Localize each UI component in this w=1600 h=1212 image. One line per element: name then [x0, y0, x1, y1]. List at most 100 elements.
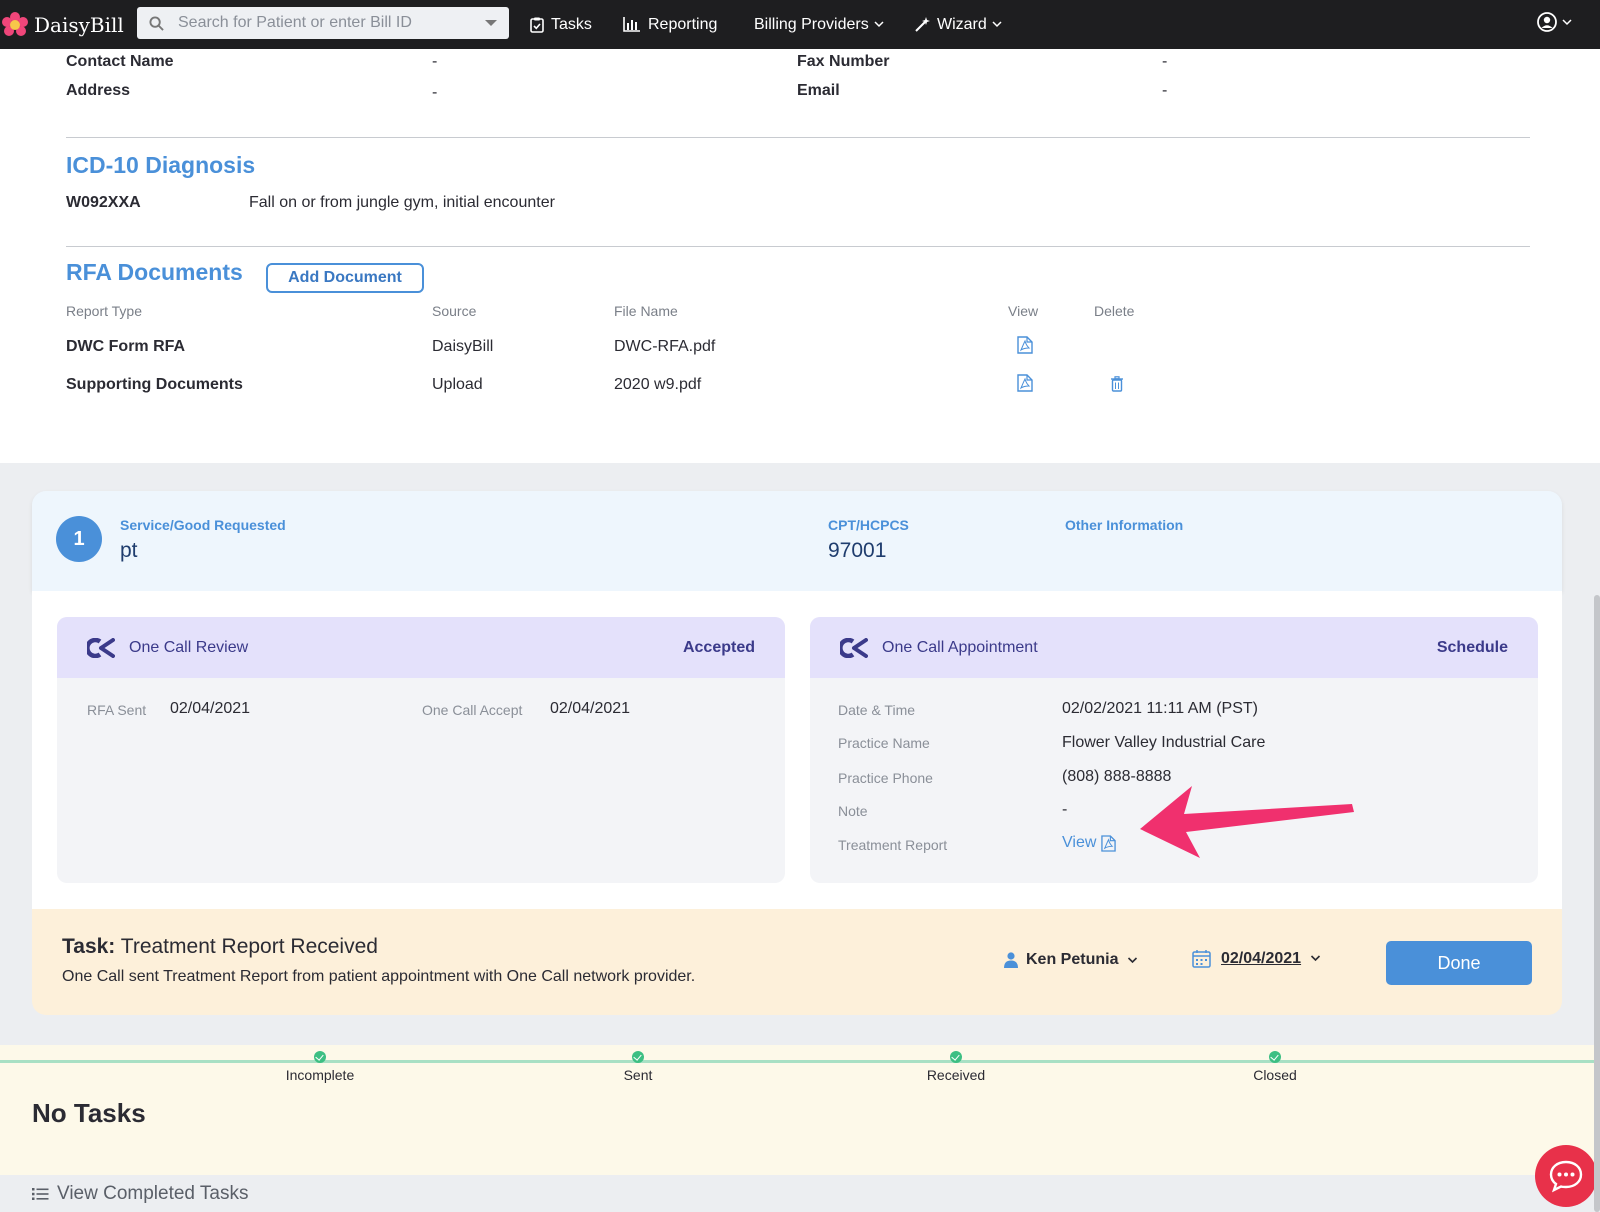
- pdf-icon: [1101, 834, 1117, 852]
- rfa-sent-value: 02/04/2021: [170, 700, 251, 717]
- one-call-review-panel: One Call Review Accepted RFA Sent 02/04/…: [57, 617, 785, 883]
- service-card-body: One Call Review Accepted RFA Sent 02/04/…: [32, 591, 1562, 909]
- practice-name-value: Flower Valley Industrial Care: [1062, 734, 1266, 751]
- address-label: Address: [66, 82, 131, 99]
- step-label: Received: [926, 1067, 986, 1083]
- progress-step-received: Received: [886, 1051, 1026, 1083]
- contact-name-label: Contact Name: [66, 53, 174, 70]
- daisy-icon: [2, 11, 28, 38]
- scrollbar[interactable]: [1594, 595, 1600, 1212]
- search-dropdown-icon[interactable]: [485, 20, 497, 26]
- brand-name: DaisyBill: [34, 12, 124, 37]
- top-nav: DaisyBill Tasks Reporting Billing Provid…: [0, 0, 1600, 49]
- tasks-section: Incomplete Sent Received Closed No Tasks: [0, 1045, 1594, 1175]
- treatment-report-label: Treatment Report: [838, 837, 948, 853]
- magic-wand-icon: [915, 16, 930, 32]
- rfa-sent-label: RFA Sent: [87, 702, 147, 718]
- due-date-picker[interactable]: 02/04/2021: [1192, 949, 1321, 968]
- assignee-name: Ken Petunia: [1026, 951, 1119, 968]
- chevron-down-icon: [1128, 956, 1138, 963]
- icd-diagnosis-title: ICD-10 Diagnosis: [66, 152, 256, 178]
- patient-search[interactable]: [137, 7, 509, 39]
- progress-step-sent: Sent: [568, 1051, 708, 1083]
- task-description: One Call sent Treatment Report from pati…: [62, 968, 696, 985]
- note-value: -: [1062, 801, 1068, 818]
- chevron-down-icon: [1562, 18, 1572, 25]
- view-completed-tasks-link[interactable]: View Completed Tasks: [32, 1183, 249, 1205]
- address-value: -: [432, 84, 438, 101]
- chat-button[interactable]: [1535, 1145, 1597, 1207]
- check-icon: [1269, 1051, 1281, 1063]
- bar-chart-icon: [623, 17, 640, 32]
- due-date-value: 02/04/2021: [1221, 949, 1302, 967]
- annotation-arrow: [1140, 786, 1354, 858]
- service-number-badge: 1: [56, 516, 102, 562]
- cpt-label: CPT/HCPCS: [828, 517, 909, 533]
- nav-reporting-label: Reporting: [648, 15, 718, 33]
- date-time-label: Date & Time: [838, 702, 916, 718]
- doc-file-name: DWC-RFA.pdf: [614, 338, 716, 355]
- nav-billing-providers-label: Billing Providers: [754, 15, 869, 33]
- diagnosis-code: W092XXA: [66, 194, 141, 211]
- rfa-documents-title: RFA Documents: [66, 259, 243, 285]
- column-header-view: View: [1008, 303, 1039, 319]
- user-icon: [1004, 952, 1018, 968]
- nav-tasks-label: Tasks: [551, 15, 592, 33]
- chevron-down-icon: [992, 21, 1002, 28]
- doc-file-name: 2020 w9.pdf: [614, 376, 702, 393]
- chat-bubble-icon: [1549, 1160, 1583, 1193]
- divider: [66, 137, 1530, 138]
- nav-tasks[interactable]: Tasks: [530, 0, 592, 49]
- no-tasks-heading: No Tasks: [32, 1098, 146, 1128]
- doc-source: DaisyBill: [432, 338, 494, 355]
- check-icon: [314, 1051, 326, 1063]
- user-circle-icon: [1537, 12, 1557, 32]
- account-menu[interactable]: [1537, 12, 1572, 32]
- list-icon: [32, 1188, 49, 1200]
- appointment-status: Schedule: [1436, 638, 1508, 656]
- check-icon: [950, 1051, 962, 1063]
- trash-icon[interactable]: [1110, 376, 1124, 392]
- brand-logo[interactable]: DaisyBill: [0, 0, 130, 49]
- search-icon: [149, 15, 164, 31]
- appointment-title: One Call Appointment: [882, 638, 1038, 656]
- step-label: Closed: [1253, 1067, 1297, 1083]
- other-information-label: Other Information: [1065, 517, 1184, 533]
- progress-step-closed: Closed: [1205, 1051, 1345, 1083]
- nav-reporting[interactable]: Reporting: [623, 0, 717, 49]
- practice-phone-label: Practice Phone: [838, 770, 933, 786]
- practice-phone-value: (808) 888-8888: [1062, 768, 1172, 785]
- pdf-view-icon[interactable]: [1017, 374, 1033, 392]
- task-title-text: Treatment Report Received: [120, 935, 378, 958]
- review-title: One Call Review: [129, 638, 249, 656]
- note-label: Note: [838, 803, 868, 819]
- clipboard-check-icon: [530, 17, 544, 33]
- email-value: -: [1162, 82, 1168, 99]
- service-card-header: 1 Service/Good Requested pt CPT/HCPCS 97…: [32, 491, 1562, 591]
- search-input[interactable]: [178, 14, 478, 32]
- calendar-icon: [1192, 950, 1211, 968]
- doc-source: Upload: [432, 376, 483, 393]
- add-document-button[interactable]: Add Document: [266, 263, 424, 293]
- step-label: Sent: [623, 1067, 653, 1083]
- column-header-file-name: File Name: [614, 303, 678, 319]
- view-completed-label: View Completed Tasks: [57, 1183, 249, 1204]
- one-call-logo-icon: [87, 637, 115, 658]
- column-header-report-type: Report Type: [66, 303, 143, 319]
- assignee-dropdown[interactable]: Ken Petunia: [1004, 951, 1138, 969]
- pdf-view-icon[interactable]: [1017, 336, 1033, 354]
- rfa-details-section: Contact Name - Fax Number - Address - Em…: [0, 49, 1600, 463]
- progress-line: [0, 1060, 1594, 1063]
- treatment-report-view-link[interactable]: View: [1062, 834, 1117, 852]
- contact-name-value: -: [432, 53, 438, 70]
- done-button[interactable]: Done: [1386, 941, 1532, 985]
- step-label: Incomplete: [285, 1067, 355, 1083]
- nav-billing-providers[interactable]: Billing Providers: [754, 0, 891, 49]
- fax-number-value: -: [1162, 53, 1168, 70]
- one-call-logo-icon: [840, 637, 868, 658]
- panel-header: One Call Review Accepted: [57, 617, 785, 678]
- divider: [66, 246, 1530, 247]
- column-header-delete: Delete: [1094, 303, 1135, 319]
- chevron-down-icon: [874, 21, 884, 28]
- nav-wizard[interactable]: Wizard: [914, 0, 1009, 49]
